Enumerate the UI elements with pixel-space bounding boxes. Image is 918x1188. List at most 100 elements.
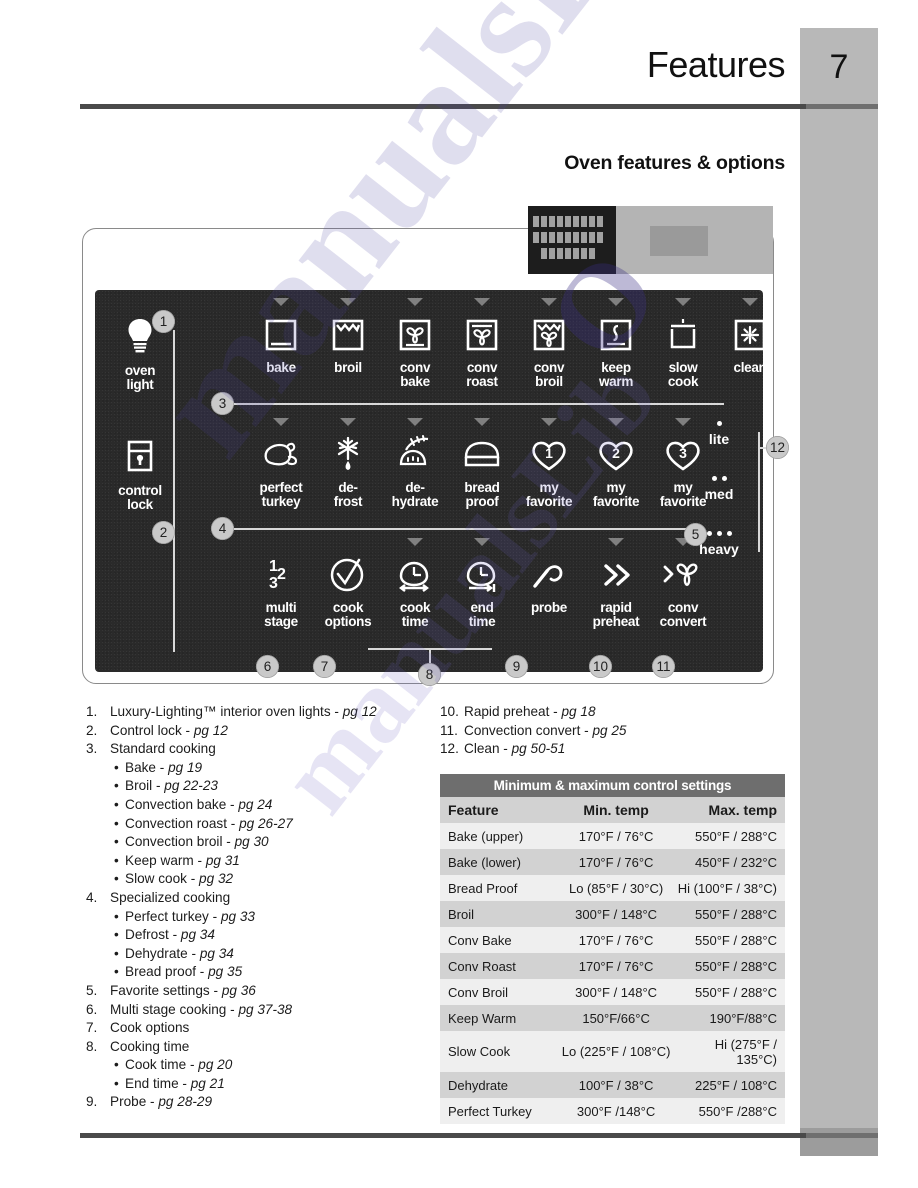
key-probe[interactable]: probe [515,538,583,615]
key-dehydrate[interactable]: de- hydrate [381,418,449,508]
key-label-line2: cook [667,373,699,389]
bullet-icon: • [114,927,119,943]
bullet-icon: • [114,1075,119,1091]
legend-item-text: Convection bake - pg 24 [125,796,273,812]
section-title: Oven features & options [564,152,785,174]
footer-divider [80,1133,810,1138]
key-label-line1: probe [530,600,567,615]
table-cell-max-temp: 550°F / 288°C [672,901,785,927]
arrow-indicator-icon [407,538,423,546]
broil-element-icon [314,312,382,358]
callout-6: 6 [256,655,279,678]
key-end-time[interactable]: end time [448,538,516,628]
table-cell-feature: Bake (lower) [440,849,560,875]
legend-sub-item: • Broil - pg 22-23 [86,777,426,796]
arrow-indicator-icon [608,418,624,426]
table-cell-feature: Keep Warm [440,1005,560,1031]
legend-sub-item: • End time - pg 21 [86,1075,426,1094]
legend-item-text: Dehydrate - pg 34 [125,945,234,961]
legend-page-reference: pg 32 [199,871,234,887]
leader-line-3-horizontal [232,403,724,405]
legend-page-reference: pg 21 [190,1075,225,1091]
level-label: lite [708,431,730,447]
footer-divider-band [806,1133,878,1138]
legend-item-text: Convection roast - pg 26-27 [125,815,293,831]
svg-text:2: 2 [277,566,286,583]
key-label-line2: time [468,613,496,629]
legend-item-number: 4. [86,889,98,905]
bullet-icon: • [114,964,119,980]
key-my-favorite-1[interactable]: 1 my favorite [515,418,583,508]
legend-item-number: 12. [440,741,459,757]
arrow-indicator-icon [340,298,356,306]
key-conv-broil[interactable]: conv broil [515,298,583,388]
double-chevron-icon [582,552,650,598]
key-label-line2: warm [598,373,634,389]
turkey-icon [247,432,315,478]
callout-9: 9 [505,655,528,678]
table-cell-max-temp: Hi (275°F / 135°C) [672,1031,785,1072]
key-multi-stage[interactable]: 1 2 3 multi stage [247,538,315,628]
table-cell-feature: Conv Roast [440,953,560,979]
legend-item-text: Convection convert - pg 25 [464,722,627,738]
callout-12: 12 [766,436,789,459]
feature-legend-left: 1. Luxury-Lighting™ interior oven lights … [86,703,426,1112]
key-cook-options[interactable]: cook options [314,538,382,628]
legend-item-number: 2. [86,722,98,738]
key-rapid-preheat[interactable]: rapid preheat [582,538,650,628]
key-label-line2: preheat [592,613,640,629]
key-keep-warm[interactable]: keep warm [582,298,650,388]
legend-page-reference: pg 33 [220,908,255,924]
legend-item-text: Multi stage cooking - pg 37-38 [110,1001,293,1017]
legend-item-text: Clean - pg 50-51 [464,741,566,757]
legend-item-text: Slow cook - pg 32 [125,871,234,887]
legend-item-text: Favorite settings - pg 36 [110,982,256,998]
arrow-indicator-icon [474,538,490,546]
legend-sub-item: • Bake - pg 19 [86,759,426,778]
svg-text:1: 1 [545,445,553,461]
key-my-favorite-2[interactable]: 2 my favorite [582,418,650,508]
table-cell-feature: Broil [440,901,560,927]
legend-page-reference: pg 24 [238,796,273,812]
legend-page-reference: pg 18 [561,704,596,719]
key-cook-time[interactable]: cook time [381,538,449,628]
legend-sub-item: • Cook time - pg 20 [86,1056,426,1075]
table-cell-max-temp: 190°F/88°C [672,1005,785,1031]
key-label-line2: hydrate [391,493,439,509]
table-cell-max-temp: 550°F / 288°C [672,979,785,1005]
legend-item-text: Bread proof - pg 35 [125,964,243,980]
table-column-header: Max. temp [672,797,785,823]
legend-page-reference: pg 35 [208,964,243,980]
key-conv-bake[interactable]: conv bake [381,298,449,388]
table-header-row: Feature Min. temp Max. temp [440,797,785,823]
bullet-icon: • [114,945,119,961]
key-defrost[interactable]: de- frost [314,418,382,508]
convection-convert-icon [649,552,717,598]
key-perfect-turkey[interactable]: perfect turkey [247,418,315,508]
table-cell-max-temp: 550°F / 288°C [672,953,785,979]
legend-item-text: Broil - pg 22-23 [125,778,218,794]
arrow-indicator-icon [407,418,423,426]
callout-8: 8 [418,663,441,686]
legend-page-reference: pg 12 [342,704,377,719]
key-conv-roast[interactable]: conv roast [448,298,516,388]
legend-item-text: Standard cooking [110,741,216,757]
key-bake[interactable]: bake [247,298,315,375]
table-cell-max-temp: 550°F /288°C [672,1098,785,1124]
key-clean[interactable]: clean [716,298,784,375]
table-cell-min-temp: 170°F / 76°C [559,953,673,979]
legend-item-text: Specialized cooking [110,889,231,905]
bullet-icon: • [114,759,119,775]
header-divider [80,104,810,109]
key-slow-cook[interactable]: slow cook [649,298,717,388]
legend-page-reference: pg 37-38 [238,1001,293,1017]
key-label-line1: broil [334,360,362,375]
key-broil[interactable]: broil [314,298,382,375]
key-bread-proof[interactable]: bread proof [448,418,516,508]
page-side-band [800,28,878,1136]
legend-item: 4. Specialized cooking [86,889,426,908]
key-conv-convert[interactable]: conv convert [649,538,717,628]
key-label-line2: stage [264,613,298,629]
key-label-line2: proof [465,493,499,509]
table-cell-min-temp: Lo (225°F / 108°C) [559,1031,673,1072]
